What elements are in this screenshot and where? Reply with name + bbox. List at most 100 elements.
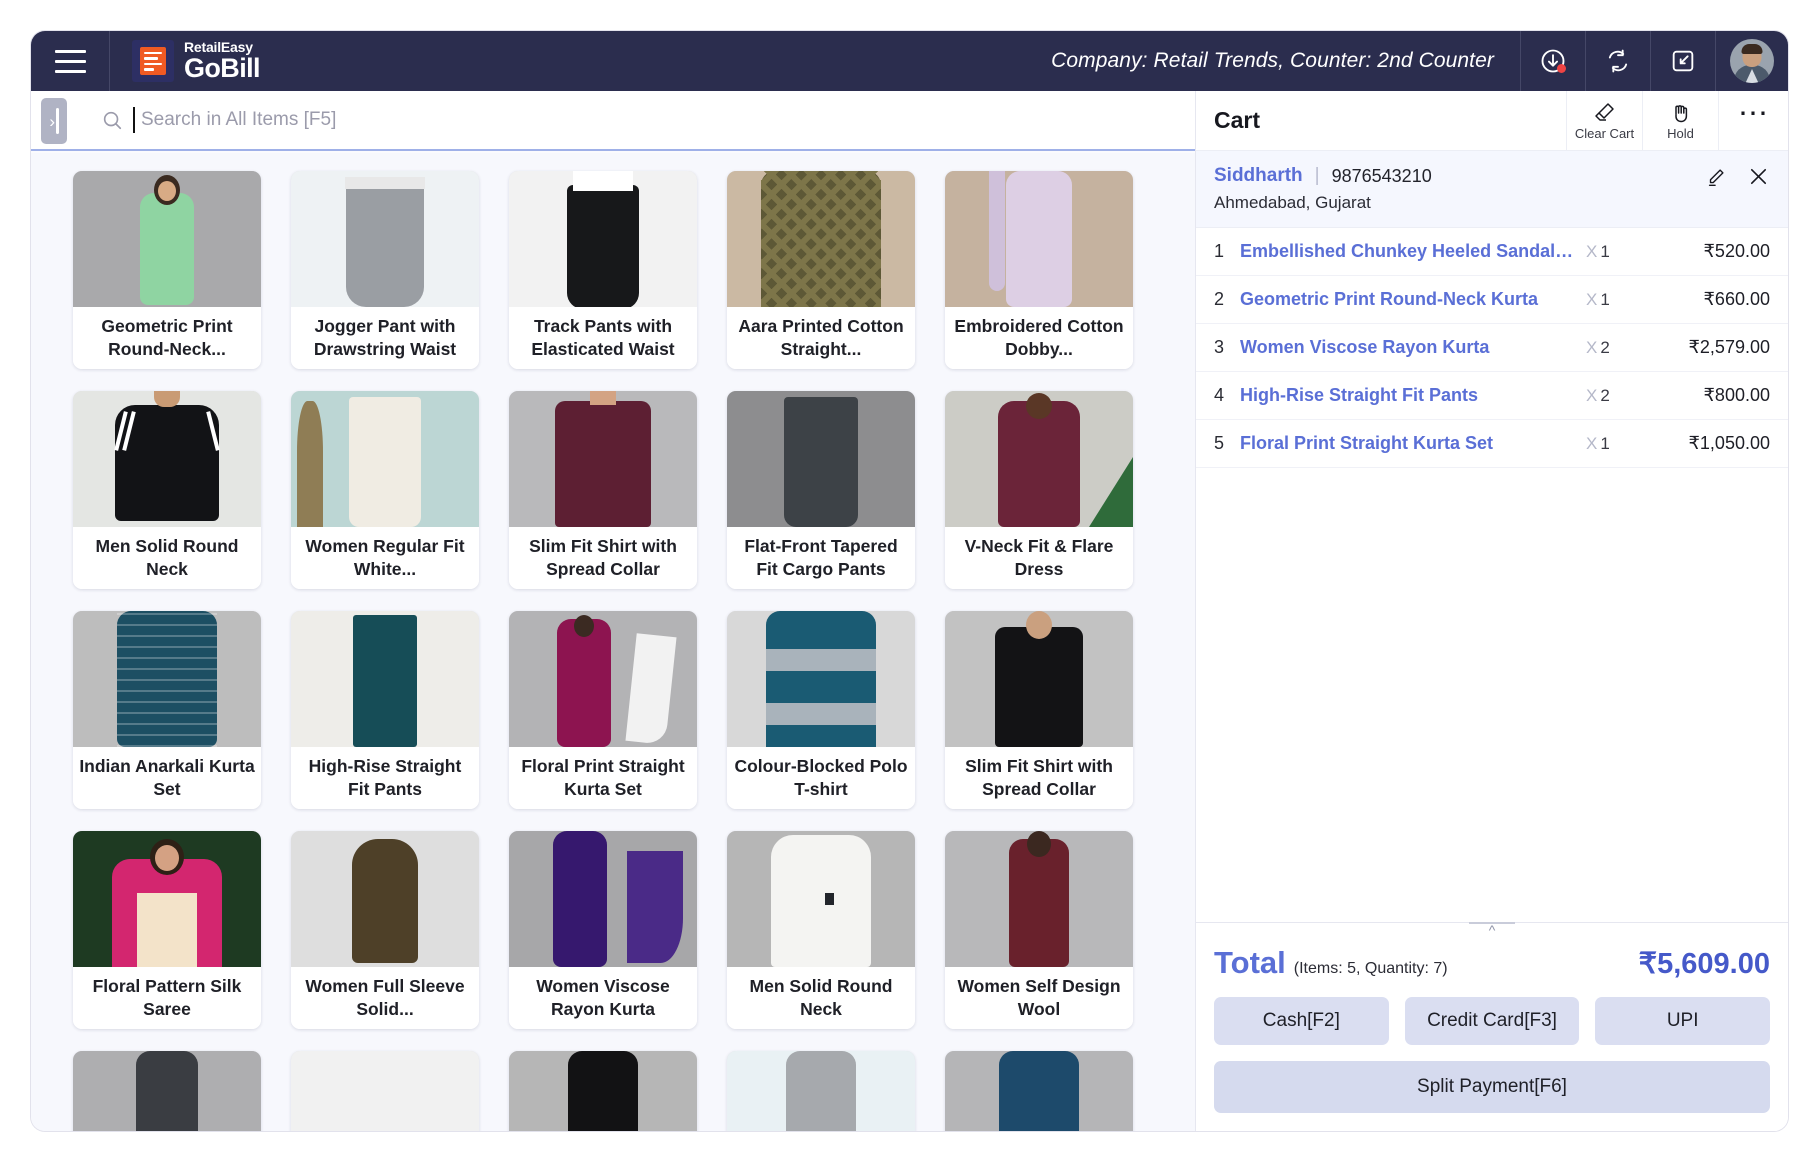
qty-value: 1	[1600, 290, 1609, 309]
product-card[interactable]: Floral Pattern Silk Saree	[73, 831, 261, 1029]
grey-jogger-pant-image	[291, 171, 479, 307]
teal-anarkali-set-image	[73, 611, 261, 747]
cart-title: Cart	[1214, 107, 1566, 134]
cart-item-qty: X1	[1586, 434, 1658, 454]
product-card[interactable]: Geometric Print Round-Neck...	[73, 171, 261, 369]
product-card[interactable]	[73, 1051, 261, 1131]
close-x-icon[interactable]	[1747, 165, 1770, 193]
product-card[interactable]	[945, 1051, 1133, 1131]
top-bar: RetailEasy GoBill Company: Retail Trends…	[31, 31, 1788, 91]
cart-item-price: ₹520.00	[1658, 241, 1770, 262]
product-label: Embroidered Cotton Dobby...	[945, 307, 1133, 369]
cart-item-name[interactable]: Women Viscose Rayon Kurta	[1240, 337, 1586, 358]
grey-jogger-partial-image	[727, 1051, 915, 1131]
product-card[interactable]: Indian Anarkali Kurta Set	[73, 611, 261, 809]
upi-payment-button[interactable]: UPI	[1595, 997, 1770, 1045]
cart-item-price: ₹800.00	[1658, 385, 1770, 406]
black-shirt-partial-image	[509, 1051, 697, 1131]
total-amount: ₹5,609.00	[1639, 946, 1770, 981]
cart-item-name[interactable]: Floral Print Straight Kurta Set	[1240, 433, 1586, 454]
customer-separator: |	[1315, 165, 1320, 187]
cart-item-name[interactable]: Geometric Print Round-Neck Kurta	[1240, 289, 1586, 310]
product-card[interactable]: Women Full Sleeve Solid...	[291, 831, 479, 1029]
product-card[interactable]: Slim Fit Shirt with Spread Collar	[945, 611, 1133, 809]
chevron-up-icon[interactable]: ^	[1469, 922, 1515, 940]
product-card[interactable]: Floral Print Straight Kurta Set	[509, 611, 697, 809]
hamburger-menu-icon[interactable]	[31, 31, 109, 91]
product-card[interactable]	[509, 1051, 697, 1131]
product-grid-area[interactable]: Geometric Print Round-Neck... Jogger Pan…	[31, 153, 1195, 1131]
cart-item-index: 3	[1214, 337, 1240, 358]
clear-cart-button[interactable]: Clear Cart	[1566, 91, 1642, 151]
hand-hold-icon	[1668, 101, 1694, 125]
product-label: Women Regular Fit White...	[291, 527, 479, 589]
search-icon	[101, 109, 123, 131]
product-card[interactable]: Flat-Front Tapered Fit Cargo Pants	[727, 391, 915, 589]
maroon-wool-dress-image	[945, 831, 1133, 967]
minimize-screen-icon[interactable]	[1651, 31, 1715, 91]
cart-item-row[interactable]: 4 High-Rise Straight Fit Pants X2 ₹800.0…	[1196, 372, 1788, 420]
customer-phone: 9876543210	[1332, 166, 1432, 187]
cart-item-name[interactable]: Embellished Chunkey Heeled Sandals...	[1240, 241, 1586, 262]
credit-card-payment-button[interactable]: Credit Card[F3]	[1405, 997, 1580, 1045]
brand-name-retaileasy: RetailEasy	[184, 40, 260, 54]
lavender-embroidered-kurta-image	[945, 171, 1133, 307]
cart-item-row[interactable]: 2 Geometric Print Round-Neck Kurta X1 ₹6…	[1196, 276, 1788, 324]
product-label: Women Self Design Wool	[945, 967, 1133, 1029]
product-label: Colour-Blocked Polo T-shirt	[727, 747, 915, 809]
qty-multiplier: X	[1586, 290, 1597, 309]
qty-multiplier: X	[1586, 338, 1597, 357]
product-card[interactable]: Women Self Design Wool	[945, 831, 1133, 1029]
customer-name[interactable]: Siddharth	[1214, 165, 1303, 187]
cash-payment-button[interactable]: Cash[F2]	[1214, 997, 1389, 1045]
blue-print-partial-image	[945, 1051, 1133, 1131]
sidebar-expand-icon[interactable]: ›	[41, 98, 67, 144]
product-card[interactable]: Slim Fit Shirt with Spread Collar	[509, 391, 697, 589]
product-card[interactable]: Women Viscose Rayon Kurta	[509, 831, 697, 1029]
brown-hoodie-image	[291, 831, 479, 967]
product-card[interactable]: Aara Printed Cotton Straight...	[727, 171, 915, 369]
user-avatar[interactable]	[1716, 31, 1788, 91]
purple-rayon-kurta-image	[509, 831, 697, 967]
sync-refresh-icon[interactable]	[1586, 31, 1650, 91]
cart-item-row[interactable]: 3 Women Viscose Rayon Kurta X2 ₹2,579.00	[1196, 324, 1788, 372]
more-options-icon[interactable]: ⋯	[1718, 91, 1788, 151]
white-top-partial-image	[291, 1051, 479, 1131]
green-printed-kurta-image	[73, 171, 261, 307]
customer-info: Siddharth | 9876543210 Ahmedabad, Gujara…	[1196, 151, 1788, 228]
hold-label: Hold	[1667, 126, 1694, 141]
brand-logo-group: RetailEasy GoBill	[110, 40, 260, 82]
product-label: Women Viscose Rayon Kurta	[509, 967, 697, 1029]
hold-button[interactable]: Hold	[1642, 91, 1718, 151]
product-card[interactable]: Embroidered Cotton Dobby...	[945, 171, 1133, 369]
black-tshirt-image	[73, 391, 261, 527]
product-card[interactable]: Jogger Pant with Drawstring Waist	[291, 171, 479, 369]
product-card[interactable]: Men Solid Round Neck	[73, 391, 261, 589]
product-card[interactable]	[727, 1051, 915, 1131]
cart-item-name[interactable]: High-Rise Straight Fit Pants	[1240, 385, 1586, 406]
split-payment-button[interactable]: Split Payment[F6]	[1214, 1061, 1770, 1113]
edit-pencil-icon[interactable]	[1705, 166, 1727, 193]
product-card[interactable]: Colour-Blocked Polo T-shirt	[727, 611, 915, 809]
cart-item-row[interactable]: 5 Floral Print Straight Kurta Set X1 ₹1,…	[1196, 420, 1788, 468]
maroon-flare-dress-image	[945, 391, 1133, 527]
download-icon[interactable]	[1521, 31, 1585, 91]
product-card[interactable]: Women Regular Fit White...	[291, 391, 479, 589]
product-card[interactable]	[291, 1051, 479, 1131]
product-card[interactable]: V-Neck Fit & Flare Dress	[945, 391, 1133, 589]
cart-item-index: 4	[1214, 385, 1240, 406]
cart-item-price: ₹1,050.00	[1658, 433, 1770, 454]
product-card[interactable]: Track Pants with Elasticated Waist	[509, 171, 697, 369]
product-card[interactable]: High-Rise Straight Fit Pants	[291, 611, 479, 809]
search-text-caret	[133, 107, 135, 133]
white-full-sleeve-tee-image	[727, 831, 915, 967]
product-label: High-Rise Straight Fit Pants	[291, 747, 479, 809]
cart-header: Cart Clear Cart Hold ⋯	[1196, 91, 1788, 151]
cart-item-qty: X1	[1586, 290, 1658, 310]
cart-items-list[interactable]: 1 Embellished Chunkey Heeled Sandals... …	[1196, 228, 1788, 922]
product-label: Geometric Print Round-Neck...	[73, 307, 261, 369]
search-bar: ›	[31, 91, 1195, 151]
cart-item-row[interactable]: 1 Embellished Chunkey Heeled Sandals... …	[1196, 228, 1788, 276]
search-input[interactable]	[141, 109, 1041, 131]
product-card[interactable]: Men Solid Round Neck	[727, 831, 915, 1029]
